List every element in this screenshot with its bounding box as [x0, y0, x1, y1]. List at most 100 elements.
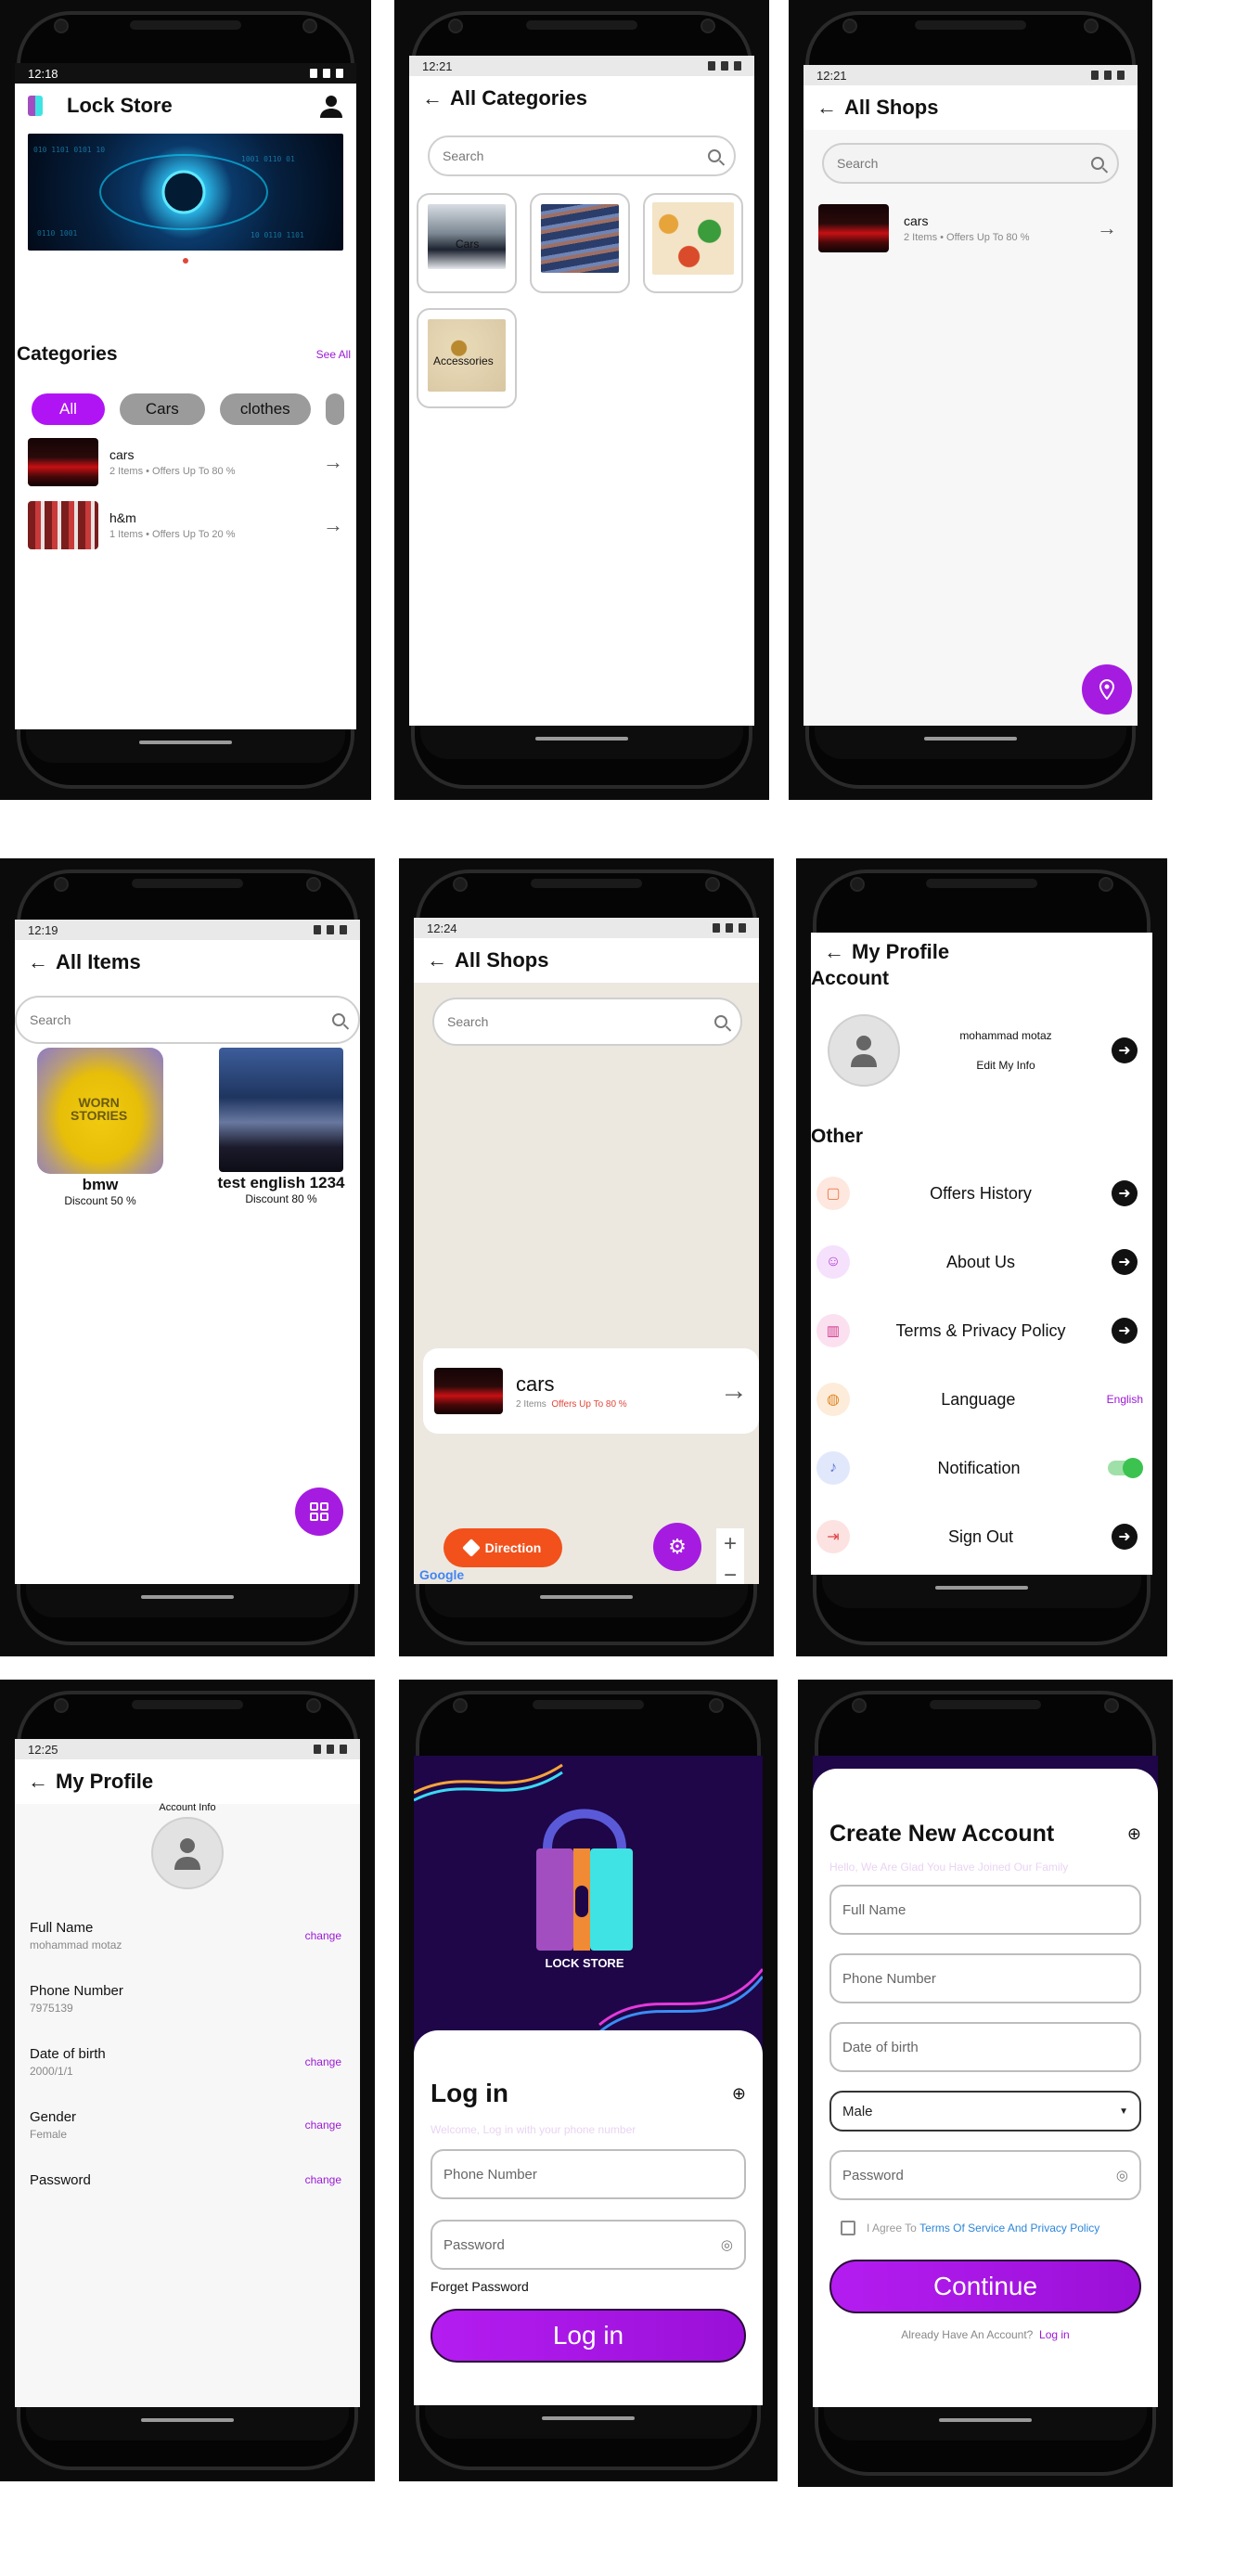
arrow-right-icon[interactable]: →	[323, 450, 343, 474]
arrow-right-icon[interactable]: ➜	[1112, 1249, 1138, 1275]
page-title: All Categories	[450, 86, 587, 109]
profile-icon[interactable]	[319, 94, 343, 118]
home-indicator[interactable]	[535, 737, 628, 741]
search-input[interactable]: Search	[432, 998, 742, 1046]
arrow-right-icon[interactable]: →	[720, 1375, 748, 1407]
menu-language[interactable]: ◍ Language English	[811, 1365, 1152, 1434]
home-indicator[interactable]	[141, 1595, 234, 1599]
gender-select[interactable]: Male ▼	[829, 2091, 1141, 2132]
menu-sign-out[interactable]: ⇥ Sign Out ➜	[811, 1502, 1152, 1571]
settings-button[interactable]: ⚙	[653, 1523, 701, 1571]
see-all-link[interactable]: See All	[316, 348, 351, 361]
page-title: All Shops	[455, 948, 549, 972]
home-indicator[interactable]	[542, 2416, 635, 2420]
shop-row-hm[interactable]: h&m 1 Items • Offers Up To 20 % →	[15, 486, 356, 549]
change-full-name-link[interactable]: change	[305, 1929, 341, 1942]
zoom-in-button[interactable]: +	[716, 1528, 744, 1560]
category-card-accessories[interactable]: Accessories	[417, 308, 517, 408]
search-input[interactable]: Search	[822, 143, 1119, 184]
home-indicator[interactable]	[141, 2418, 234, 2422]
item-card-bmw[interactable]: WORN STORIES bmw Discount 50 %	[37, 1048, 163, 1207]
back-arrow-icon[interactable]: ←	[28, 950, 56, 974]
qr-scan-button[interactable]	[295, 1488, 343, 1536]
back-arrow-icon[interactable]: ←	[28, 1770, 56, 1794]
page-title: All Shops	[844, 96, 939, 119]
sensor	[701, 19, 715, 33]
search-input[interactable]: Search	[428, 135, 736, 176]
cars-thumbnail	[818, 204, 889, 252]
home-indicator[interactable]	[139, 741, 232, 744]
home-indicator[interactable]	[935, 1586, 1028, 1590]
camera	[852, 1698, 867, 1713]
avatar[interactable]	[151, 1817, 224, 1889]
page-title: All Items	[56, 950, 141, 973]
home-indicator[interactable]	[924, 737, 1017, 741]
edit-info-link[interactable]: Edit My Info	[900, 1059, 1112, 1072]
arrow-right-icon[interactable]: ➜	[1112, 1318, 1138, 1344]
phone-number-field[interactable]: Phone Number	[431, 2149, 746, 2199]
home-indicator[interactable]	[540, 1595, 633, 1599]
phone-number-field[interactable]: Phone Number	[829, 1953, 1141, 2003]
zoom-out-button[interactable]: −	[716, 1560, 744, 1584]
item-card-test[interactable]: test english 1234 Discount 80 %	[212, 1048, 351, 1207]
language-globe-icon[interactable]: ⊕	[732, 2084, 746, 2104]
notification-toggle[interactable]	[1108, 1458, 1143, 1478]
chip-cars[interactable]: Cars	[119, 393, 205, 425]
map-location-button[interactable]	[1082, 664, 1132, 715]
dob-field[interactable]: Date of birth	[829, 2022, 1141, 2072]
home-indicator[interactable]	[939, 2418, 1032, 2422]
category-card-food[interactable]	[643, 193, 743, 293]
shop-meta: 2 Items • Offers Up To 80 %	[904, 232, 1030, 243]
terms-link[interactable]: Terms Of Service And Privacy Policy	[919, 2222, 1099, 2235]
change-gender-link[interactable]: change	[305, 2119, 341, 2132]
forget-password-link[interactable]: Forget Password	[431, 2279, 746, 2294]
account-arrow-button[interactable]: ➜	[1112, 1037, 1138, 1063]
banner-image[interactable]: 010 1101 0101 10 1001 0110 01 0110 1001 10 …	[28, 134, 343, 251]
shop-meta: 2 Items • Offers Up To 80 %	[109, 466, 236, 477]
login-link[interactable]: Log in	[1039, 2328, 1070, 2341]
shop-map-card[interactable]: cars 2 Items Offers Up To 80 % →	[423, 1348, 759, 1434]
back-arrow-icon[interactable]: ←	[427, 948, 455, 972]
arrow-right-icon[interactable]: ➜	[1112, 1524, 1138, 1550]
arrow-right-icon[interactable]: →	[323, 513, 343, 537]
user-icon	[174, 1838, 200, 1870]
direction-button[interactable]: Direction	[444, 1528, 562, 1567]
item-name: bmw	[82, 1176, 119, 1193]
arrow-right-icon[interactable]: →	[1097, 216, 1117, 240]
sensor	[709, 1698, 724, 1713]
account-card[interactable]: mohammad motaz Edit My Info ➜	[811, 990, 1152, 1087]
menu-notification[interactable]: ♪ Notification	[811, 1434, 1152, 1502]
back-arrow-icon[interactable]: ←	[824, 940, 852, 964]
password-field[interactable]: Password ◎	[829, 2150, 1141, 2200]
category-card-clothes[interactable]	[530, 193, 630, 293]
eye-off-icon[interactable]: ◎	[721, 2236, 733, 2253]
chip-clothes[interactable]: clothes	[219, 393, 311, 425]
chip-all[interactable]: All	[32, 393, 105, 425]
back-arrow-icon[interactable]: ←	[422, 86, 450, 110]
search-input[interactable]: Search	[15, 996, 360, 1044]
agree-checkbox[interactable]	[841, 2221, 855, 2235]
user-icon	[851, 1036, 877, 1067]
arrow-right-icon[interactable]: ➜	[1112, 1180, 1138, 1206]
menu-label: Offers History	[930, 1183, 1032, 1203]
shop-row-cars[interactable]: cars 2 Items • Offers Up To 80 % →	[15, 425, 356, 486]
continue-button[interactable]: Continue	[829, 2260, 1141, 2313]
language-globe-icon[interactable]: ⊕	[1127, 1824, 1141, 1844]
shop-row-cars[interactable]: cars 2 Items • Offers Up To 80 % →	[803, 184, 1138, 252]
change-dob-link[interactable]: change	[305, 2055, 341, 2068]
login-button[interactable]: Log in	[431, 2309, 746, 2363]
category-card-cars[interactable]: Cars	[417, 193, 517, 293]
back-arrow-icon[interactable]: ←	[816, 96, 844, 120]
full-name-field[interactable]: Full Name	[829, 1885, 1141, 1935]
password-field[interactable]: Password ◎	[431, 2220, 746, 2270]
map-view[interactable]	[414, 1048, 759, 1584]
screen: Create New Account ⊕ Hello, We Are Glad …	[813, 1756, 1158, 2407]
change-password-link[interactable]: change	[305, 2173, 341, 2186]
bag-icon	[536, 1809, 633, 1951]
menu-offers-history[interactable]: ▢ Offers History ➜	[811, 1159, 1152, 1228]
language-value[interactable]: English	[1107, 1393, 1143, 1406]
menu-terms[interactable]: ▥ Terms & Privacy Policy ➜	[811, 1296, 1152, 1365]
menu-about-us[interactable]: ☺ About Us ➜	[811, 1228, 1152, 1296]
eye-off-icon[interactable]: ◎	[1116, 2167, 1128, 2183]
item-discount: Discount 80 %	[245, 1192, 317, 1205]
